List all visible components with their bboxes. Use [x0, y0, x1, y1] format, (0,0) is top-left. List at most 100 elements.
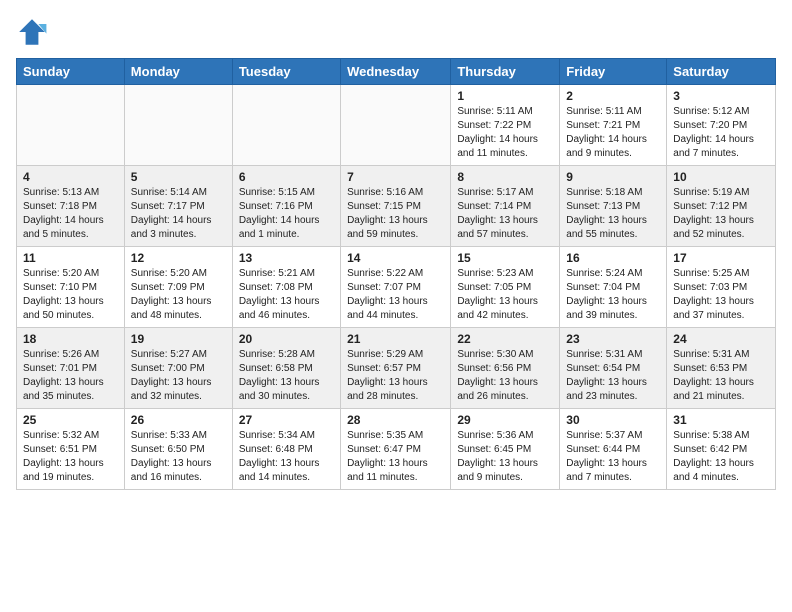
logo-icon: [16, 16, 48, 48]
day-header-saturday: Saturday: [667, 59, 776, 85]
day-number: 28: [347, 413, 444, 427]
calendar-header-row: SundayMondayTuesdayWednesdayThursdayFrid…: [17, 59, 776, 85]
day-info: Sunrise: 5:35 AM Sunset: 6:47 PM Dayligh…: [347, 429, 444, 485]
logo: [16, 16, 52, 48]
calendar-cell: 14 Sunrise: 5:22 AM Sunset: 7:07 PM Dayli…: [341, 247, 451, 328]
day-number: 14: [347, 251, 444, 265]
day-header-sunday: Sunday: [17, 59, 125, 85]
day-info: Sunrise: 5:30 AM Sunset: 6:56 PM Dayligh…: [457, 348, 553, 404]
calendar-week-row: 25Sunrise: 5:32 AM Sunset: 6:51 PM Dayli…: [17, 409, 776, 490]
calendar-cell: 6 Sunrise: 5:15 AM Sunset: 7:16 PM Daylig…: [232, 166, 340, 247]
calendar-cell: [341, 85, 451, 166]
calendar-cell: 23 Sunrise: 5:31 AM Sunset: 6:54 PM Dayli…: [560, 328, 667, 409]
day-info: Sunrise: 5:23 AM Sunset: 7:05 PM Dayligh…: [457, 267, 553, 323]
day-number: 7: [347, 170, 444, 184]
day-info: Sunrise: 5:17 AM Sunset: 7:14 PM Dayligh…: [457, 186, 553, 242]
day-info: Sunrise: 5:26 AM Sunset: 7:01 PM Dayligh…: [23, 348, 118, 404]
day-number: 12: [131, 251, 226, 265]
day-number: 20: [239, 332, 334, 346]
calendar-week-row: 4 Sunrise: 5:13 AM Sunset: 7:18 PM Daylig…: [17, 166, 776, 247]
day-info: Sunrise: 5:37 AM Sunset: 6:44 PM Dayligh…: [566, 429, 660, 485]
calendar-week-row: 11 Sunrise: 5:20 AM Sunset: 7:10 PM Dayli…: [17, 247, 776, 328]
calendar-cell: [17, 85, 125, 166]
calendar-week-row: 1Sunrise: 5:11 AM Sunset: 7:22 PM Daylig…: [17, 85, 776, 166]
day-info: Sunrise: 5:16 AM Sunset: 7:15 PM Dayligh…: [347, 186, 444, 242]
day-header-friday: Friday: [560, 59, 667, 85]
calendar-cell: 24 Sunrise: 5:31 AM Sunset: 6:53 PM Dayli…: [667, 328, 776, 409]
day-info: Sunrise: 5:31 AM Sunset: 6:53 PM Dayligh…: [673, 348, 769, 404]
calendar-cell: [232, 85, 340, 166]
calendar-cell: 25Sunrise: 5:32 AM Sunset: 6:51 PM Dayli…: [17, 409, 125, 490]
day-info: Sunrise: 5:33 AM Sunset: 6:50 PM Dayligh…: [131, 429, 226, 485]
calendar-cell: 17Sunrise: 5:25 AM Sunset: 7:03 PM Dayli…: [667, 247, 776, 328]
day-info: Sunrise: 5:28 AM Sunset: 6:58 PM Dayligh…: [239, 348, 334, 404]
day-number: 16: [566, 251, 660, 265]
calendar-cell: 11 Sunrise: 5:20 AM Sunset: 7:10 PM Dayli…: [17, 247, 125, 328]
day-info: Sunrise: 5:34 AM Sunset: 6:48 PM Dayligh…: [239, 429, 334, 485]
day-info: Sunrise: 5:31 AM Sunset: 6:54 PM Dayligh…: [566, 348, 660, 404]
day-number: 31: [673, 413, 769, 427]
calendar-cell: 28 Sunrise: 5:35 AM Sunset: 6:47 PM Dayli…: [341, 409, 451, 490]
day-number: 19: [131, 332, 226, 346]
calendar-cell: 31 Sunrise: 5:38 AM Sunset: 6:42 PM Dayli…: [667, 409, 776, 490]
day-number: 11: [23, 251, 118, 265]
calendar-cell: 15 Sunrise: 5:23 AM Sunset: 7:05 PM Dayli…: [451, 247, 560, 328]
day-number: 1: [457, 89, 553, 103]
day-info: Sunrise: 5:38 AM Sunset: 6:42 PM Dayligh…: [673, 429, 769, 485]
day-info: Sunrise: 5:18 AM Sunset: 7:13 PM Dayligh…: [566, 186, 660, 242]
day-number: 26: [131, 413, 226, 427]
calendar-cell: 2 Sunrise: 5:11 AM Sunset: 7:21 PM Daylig…: [560, 85, 667, 166]
day-info: Sunrise: 5:29 AM Sunset: 6:57 PM Dayligh…: [347, 348, 444, 404]
calendar-cell: 12 Sunrise: 5:20 AM Sunset: 7:09 PM Dayli…: [124, 247, 232, 328]
day-number: 6: [239, 170, 334, 184]
calendar-cell: 3 Sunrise: 5:12 AM Sunset: 7:20 PM Daylig…: [667, 85, 776, 166]
day-number: 27: [239, 413, 334, 427]
day-info: Sunrise: 5:20 AM Sunset: 7:09 PM Dayligh…: [131, 267, 226, 323]
calendar-cell: 16Sunrise: 5:24 AM Sunset: 7:04 PM Dayli…: [560, 247, 667, 328]
day-info: Sunrise: 5:22 AM Sunset: 7:07 PM Dayligh…: [347, 267, 444, 323]
calendar-cell: 13Sunrise: 5:21 AM Sunset: 7:08 PM Dayli…: [232, 247, 340, 328]
calendar-table: SundayMondayTuesdayWednesdayThursdayFrid…: [16, 58, 776, 490]
day-number: 18: [23, 332, 118, 346]
calendar-cell: 21 Sunrise: 5:29 AM Sunset: 6:57 PM Dayli…: [341, 328, 451, 409]
calendar-cell: 4 Sunrise: 5:13 AM Sunset: 7:18 PM Daylig…: [17, 166, 125, 247]
day-header-monday: Monday: [124, 59, 232, 85]
day-number: 21: [347, 332, 444, 346]
day-info: Sunrise: 5:36 AM Sunset: 6:45 PM Dayligh…: [457, 429, 553, 485]
day-number: 8: [457, 170, 553, 184]
calendar-week-row: 18 Sunrise: 5:26 AM Sunset: 7:01 PM Dayli…: [17, 328, 776, 409]
calendar-cell: 9Sunrise: 5:18 AM Sunset: 7:13 PM Daylig…: [560, 166, 667, 247]
day-number: 3: [673, 89, 769, 103]
day-info: Sunrise: 5:12 AM Sunset: 7:20 PM Dayligh…: [673, 105, 769, 161]
day-number: 30: [566, 413, 660, 427]
day-info: Sunrise: 5:13 AM Sunset: 7:18 PM Dayligh…: [23, 186, 118, 242]
day-info: Sunrise: 5:11 AM Sunset: 7:21 PM Dayligh…: [566, 105, 660, 161]
day-info: Sunrise: 5:15 AM Sunset: 7:16 PM Dayligh…: [239, 186, 334, 242]
calendar-cell: 7 Sunrise: 5:16 AM Sunset: 7:15 PM Daylig…: [341, 166, 451, 247]
calendar-cell: 1Sunrise: 5:11 AM Sunset: 7:22 PM Daylig…: [451, 85, 560, 166]
page-header: [16, 16, 776, 48]
day-number: 22: [457, 332, 553, 346]
calendar-cell: 29 Sunrise: 5:36 AM Sunset: 6:45 PM Dayli…: [451, 409, 560, 490]
calendar-cell: 20 Sunrise: 5:28 AM Sunset: 6:58 PM Dayli…: [232, 328, 340, 409]
day-number: 24: [673, 332, 769, 346]
day-number: 10: [673, 170, 769, 184]
calendar-cell: 30 Sunrise: 5:37 AM Sunset: 6:44 PM Dayli…: [560, 409, 667, 490]
calendar-cell: [124, 85, 232, 166]
day-info: Sunrise: 5:20 AM Sunset: 7:10 PM Dayligh…: [23, 267, 118, 323]
day-number: 23: [566, 332, 660, 346]
calendar-cell: 18 Sunrise: 5:26 AM Sunset: 7:01 PM Dayli…: [17, 328, 125, 409]
day-header-wednesday: Wednesday: [341, 59, 451, 85]
day-header-thursday: Thursday: [451, 59, 560, 85]
day-header-tuesday: Tuesday: [232, 59, 340, 85]
calendar-cell: 22 Sunrise: 5:30 AM Sunset: 6:56 PM Dayli…: [451, 328, 560, 409]
day-number: 29: [457, 413, 553, 427]
day-number: 2: [566, 89, 660, 103]
day-number: 15: [457, 251, 553, 265]
day-number: 4: [23, 170, 118, 184]
calendar-cell: 19Sunrise: 5:27 AM Sunset: 7:00 PM Dayli…: [124, 328, 232, 409]
day-info: Sunrise: 5:19 AM Sunset: 7:12 PM Dayligh…: [673, 186, 769, 242]
day-info: Sunrise: 5:14 AM Sunset: 7:17 PM Dayligh…: [131, 186, 226, 242]
day-info: Sunrise: 5:21 AM Sunset: 7:08 PM Dayligh…: [239, 267, 334, 323]
day-info: Sunrise: 5:32 AM Sunset: 6:51 PM Dayligh…: [23, 429, 118, 485]
